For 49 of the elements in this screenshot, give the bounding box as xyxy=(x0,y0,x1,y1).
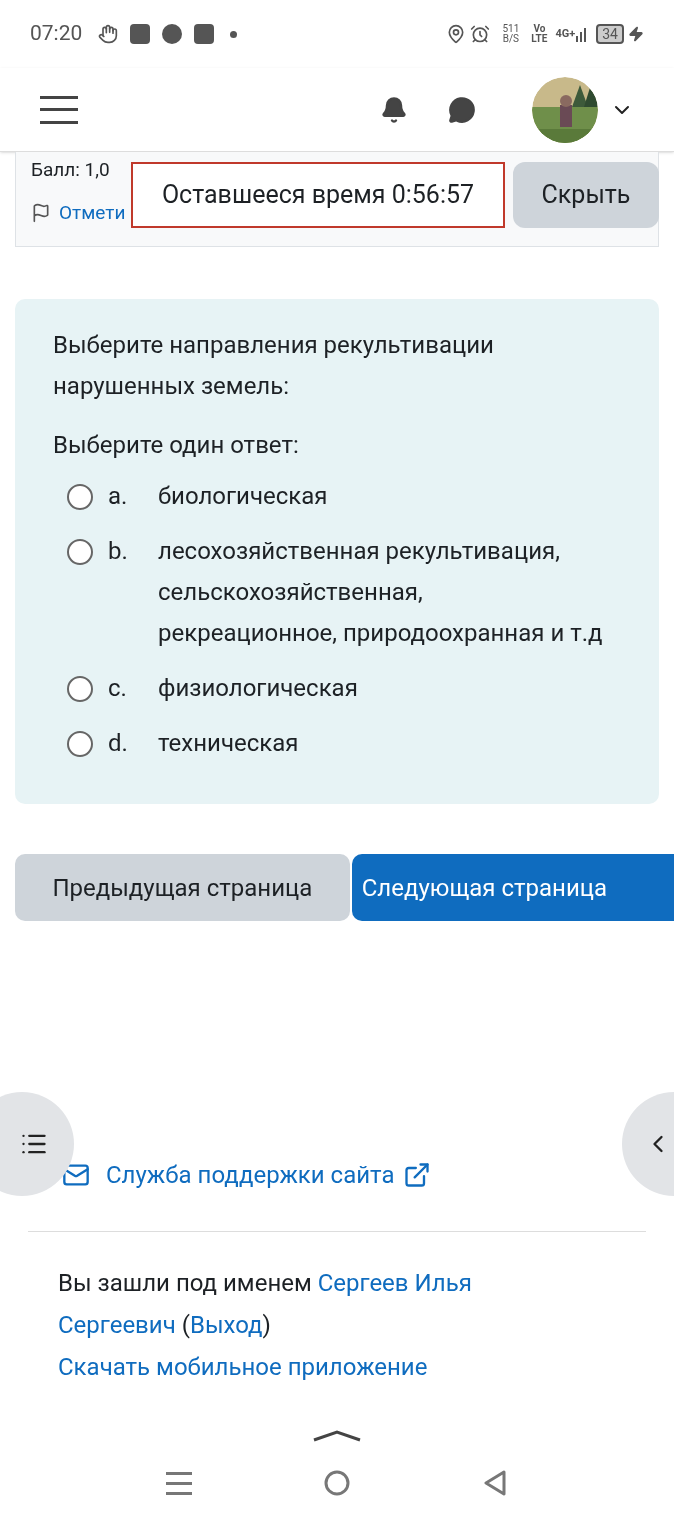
radio-button[interactable] xyxy=(67,484,93,510)
swipe-up-icon[interactable] xyxy=(312,1430,362,1442)
login-text: Вы зашли под именем xyxy=(58,1269,312,1297)
speed-value: 511 xyxy=(502,24,520,34)
volte-label: LTE xyxy=(531,34,548,44)
charging-icon xyxy=(628,26,644,42)
paren-text: ( xyxy=(181,1311,190,1339)
score-label: Балл: 1,0 xyxy=(31,157,111,183)
answer-letter: d. xyxy=(108,728,129,759)
flag-link[interactable]: Отмети xyxy=(59,198,126,227)
recent-apps-icon[interactable] xyxy=(166,1470,192,1496)
radio-button[interactable] xyxy=(67,539,93,565)
network-label: 4G+ xyxy=(555,25,576,42)
speed-unit: B/S xyxy=(502,34,519,44)
hide-button[interactable]: Скрыть xyxy=(513,162,659,228)
radio-button[interactable] xyxy=(67,676,93,702)
volte-label: Vo xyxy=(533,24,546,34)
clock-time: 07:20 xyxy=(30,20,83,48)
answer-text[interactable]: физиологическая xyxy=(158,668,358,709)
radio-button[interactable] xyxy=(67,731,93,757)
answer-letter: a. xyxy=(108,481,129,512)
course-index-button[interactable] xyxy=(0,1092,74,1196)
back-icon[interactable] xyxy=(482,1470,508,1496)
signal-icon xyxy=(576,26,589,42)
user-link[interactable]: Сергеев Илья xyxy=(317,1269,472,1297)
menu-icon[interactable] xyxy=(40,95,78,124)
answer-prompt: Выберите один ответ: xyxy=(53,430,300,461)
hand-icon xyxy=(98,24,119,44)
external-link-icon[interactable] xyxy=(402,1161,431,1189)
user-link[interactable]: Сергеевич xyxy=(58,1311,176,1339)
app-download-link[interactable]: Скачать мобильное приложение xyxy=(58,1346,560,1388)
message-icon[interactable] xyxy=(448,95,476,124)
battery-level: 34 xyxy=(596,24,624,44)
next-page-button[interactable]: Следующая страница xyxy=(351,854,674,921)
flag-icon[interactable] xyxy=(31,202,51,223)
question-text: Выберите направления рекультивации нарушенных земель: xyxy=(53,330,495,402)
alarm-icon xyxy=(470,24,491,44)
timer-display: Оставшееся время 0:56:57 xyxy=(131,162,505,228)
answer-letter: c. xyxy=(108,673,128,704)
notification-icon[interactable] xyxy=(380,95,408,124)
answer-text[interactable]: техническая xyxy=(158,723,299,764)
answer-letter: b. xyxy=(108,536,129,567)
logout-link[interactable]: Выход xyxy=(189,1311,263,1339)
answer-text[interactable]: лесохозяйственная рекультивация, сельскохозяйственная, рекреационное, природоохранная и т.д xyxy=(158,531,603,654)
paren-text: ) xyxy=(262,1311,271,1339)
answer-text[interactable]: биологическая xyxy=(158,476,328,517)
support-link[interactable]: Служба поддержки сайта xyxy=(106,1157,395,1193)
home-icon[interactable] xyxy=(324,1470,350,1496)
previous-page-button[interactable]: Предыдущая страница xyxy=(15,854,350,921)
